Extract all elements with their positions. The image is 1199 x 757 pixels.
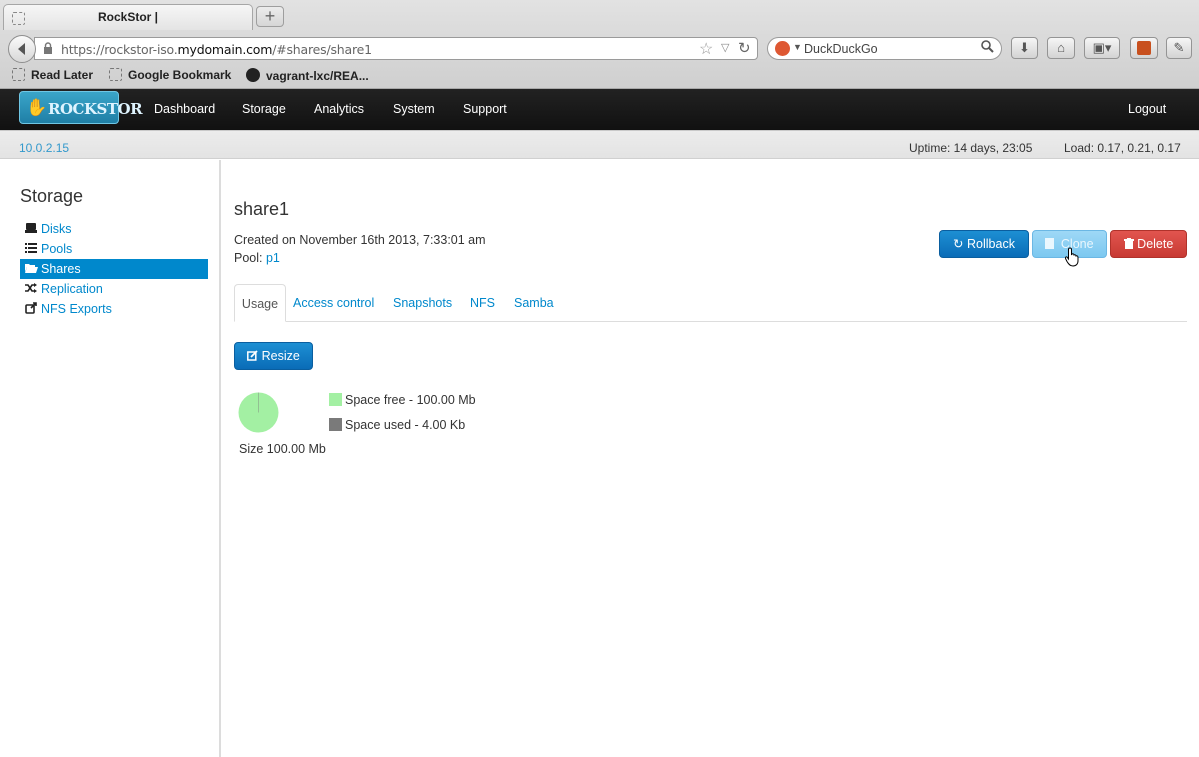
bookmark-vagrant[interactable]: vagrant-lxc/REA... [246, 68, 369, 83]
sidebar-item-label: Disks [41, 222, 72, 236]
tab-usage[interactable]: Usage [234, 284, 286, 322]
search-input[interactable]: DuckDuckGo [804, 42, 878, 56]
tab-samba[interactable]: Samba [514, 296, 554, 310]
edit-icon [247, 349, 261, 363]
nav-storage[interactable]: Storage [242, 102, 286, 116]
rollback-button[interactable]: ↻ Rollback [939, 230, 1029, 258]
rockstor-logo[interactable]: ✋ ROCKSTOR [19, 91, 143, 124]
edit-button[interactable]: ✎ [1166, 37, 1192, 59]
app-navbar: ✋ ROCKSTOR Dashboard Storage Analytics S… [0, 89, 1199, 130]
document-icon [1045, 238, 1055, 249]
page-title: share1 [234, 199, 290, 219]
load-text: Load: 0.17, 0.21, 0.17 [1064, 141, 1181, 155]
created-date: Created on November 16th 2013, 7:33:01 a… [234, 233, 486, 247]
github-icon [246, 68, 260, 82]
extension-button[interactable] [1130, 37, 1158, 59]
bookmark-icon [109, 68, 122, 81]
tab-access-control[interactable]: Access control [293, 296, 374, 310]
browser-chrome: RockStor | + https://rockstor-iso.mydoma… [0, 0, 1199, 89]
bookmarks-toolbar: Read Later Google Bookmark vagrant-lxc/R… [0, 64, 1199, 88]
hand-cursor-icon [1065, 247, 1079, 267]
size-label: Size 100.00 Mb [239, 442, 326, 456]
address-bar[interactable]: https://rockstor-iso.mydomain.com/#share… [34, 37, 758, 60]
duckduckgo-icon [775, 41, 790, 56]
host-ip-link[interactable]: 10.0.2.15 [19, 141, 69, 155]
bookmark-star-icon[interactable]: ☆ [699, 39, 713, 59]
legend-space-used: Space used - 4.00 Kb [329, 418, 465, 432]
legend-swatch-free [329, 393, 342, 406]
bookmark-icon [12, 68, 25, 81]
refresh-icon: ↻ [953, 237, 964, 251]
bookmark-read-later[interactable]: Read Later [12, 68, 93, 82]
sidebar-item-replication[interactable]: Replication [20, 279, 208, 299]
sidebar-item-pools[interactable]: Pools [20, 239, 208, 259]
browser-toolbar: https://rockstor-iso.mydomain.com/#share… [0, 32, 1199, 64]
folder-open-icon [25, 262, 38, 274]
reload-icon[interactable]: ↻ [738, 39, 751, 57]
uptime-text: Uptime: 14 days, 23:05 [909, 141, 1033, 155]
pool-label: Pool: [234, 251, 263, 265]
rock-hand-icon: ✋ [26, 98, 48, 117]
trash-icon [1123, 237, 1137, 251]
search-icon[interactable] [981, 40, 994, 56]
sidebar-item-label: Shares [41, 262, 81, 276]
sidebar-title: Storage [20, 186, 84, 206]
tab-strip: RockStor | + [0, 0, 1199, 32]
url-text: https://rockstor-iso.mydomain.com/#share… [61, 42, 372, 57]
bookmark-google[interactable]: Google Bookmark [109, 68, 231, 82]
nav-analytics[interactable]: Analytics [314, 102, 364, 116]
lock-icon [43, 42, 53, 57]
status-bar: 10.0.2.15 Uptime: 14 days, 23:05 Load: 0… [0, 130, 1199, 159]
downloads-button[interactable]: ⬇ [1011, 37, 1038, 59]
legend-space-free: Space free - 100.00 Mb [329, 393, 476, 407]
logout-link[interactable]: Logout [1128, 102, 1166, 116]
nav-dashboard[interactable]: Dashboard [154, 102, 215, 116]
home-button[interactable]: ⌂ [1047, 37, 1075, 59]
bookmarks-icon: ▣▾ [1092, 40, 1112, 55]
chevron-down-icon[interactable]: ▼ [793, 42, 802, 52]
sidebar-item-label: NFS Exports [41, 302, 112, 316]
disk-icon [25, 222, 37, 234]
sidebar-item-label: Replication [41, 282, 103, 296]
nav-system[interactable]: System [393, 102, 435, 116]
sidebar-item-label: Pools [41, 242, 73, 256]
browser-tab[interactable]: RockStor | [3, 4, 253, 30]
share-icon [25, 302, 37, 314]
list-icon [25, 242, 37, 254]
shuffle-icon [25, 282, 37, 294]
nav-support[interactable]: Support [463, 102, 507, 116]
main-content: share1 Created on November 16th 2013, 7:… [222, 160, 1199, 757]
search-bar[interactable]: ▼ DuckDuckGo [767, 37, 1002, 60]
tab-nfs[interactable]: NFS [470, 296, 495, 310]
home-icon: ⌂ [1057, 40, 1065, 55]
sidebar-item-disks[interactable]: Disks [20, 219, 208, 239]
legend-swatch-used [329, 418, 342, 431]
bookmarks-menu-button[interactable]: ▣▾ [1084, 37, 1120, 59]
edit-icon: ✎ [1173, 40, 1185, 55]
new-tab-button[interactable]: + [256, 6, 284, 27]
download-icon: ⬇ [1019, 40, 1030, 55]
tab-snapshots[interactable]: Snapshots [393, 296, 452, 310]
back-button[interactable] [8, 35, 36, 63]
pool-link[interactable]: p1 [266, 251, 280, 265]
usage-pie-chart [238, 392, 279, 433]
pool-info: Pool: p1 [234, 251, 280, 265]
resize-button[interactable]: Resize [234, 342, 313, 370]
sidebar-item-shares[interactable]: Shares [20, 259, 208, 279]
tab-title: RockStor | [97, 10, 159, 24]
url-dropdown-icon[interactable]: ▽ [721, 41, 729, 54]
delete-button[interactable]: Delete [1110, 230, 1187, 258]
share-tabs: Usage Access control Snapshots NFS Samba [234, 284, 1187, 322]
extension-icon [1137, 41, 1151, 55]
sidebar-item-nfs-exports[interactable]: NFS Exports [20, 299, 208, 319]
sidebar: Storage Disks Pools Shares Replication N… [0, 160, 221, 757]
